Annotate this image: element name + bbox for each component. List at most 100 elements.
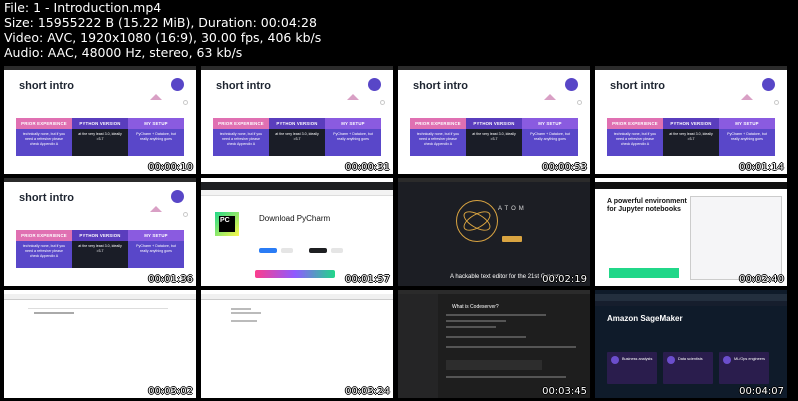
column-body: at the very least 3.0, ideally >3.7: [269, 129, 325, 156]
accent-block: [609, 268, 679, 278]
column-prior-experience: PRIOR EXPERIENCE technically none, but if…: [607, 118, 663, 156]
column-body: PyCharm + Datalore, but really anything …: [719, 129, 775, 156]
aws-subnav: [595, 301, 787, 306]
timestamp: 00:03:24: [345, 386, 390, 397]
column-body: at the very least 3.0, ideally >3.7: [663, 129, 719, 156]
column-my-setup: MY SETUP PyCharm + Datalore, but really a…: [719, 118, 775, 156]
text-line: [446, 336, 526, 338]
column-heading: PRIOR EXPERIENCE: [213, 118, 269, 129]
triangle-decoration: [150, 206, 162, 212]
file-size-line: Size: 15955222 B (15.22 MiB), Duration: …: [4, 15, 317, 30]
column-python-version: PYTHON VERSION at the very least 3.0, ide…: [663, 118, 719, 156]
column-heading: MY SETUP: [522, 118, 578, 129]
timestamp: 00:03:45: [542, 386, 587, 397]
card-icon: [723, 356, 731, 364]
thumbnail-12[interactable]: Amazon SageMaker Business analysts Data …: [595, 290, 787, 398]
column-python-version: PYTHON VERSION at the very least 3.0, ide…: [269, 118, 325, 156]
thumbnail-4[interactable]: short intro PRIOR EXPERIENCE technically …: [595, 66, 787, 174]
slide-columns: PRIOR EXPERIENCE technically none, but if…: [213, 118, 381, 156]
pycharm-logo: PC: [215, 212, 239, 236]
column-prior-experience: PRIOR EXPERIENCE technically none, but if…: [410, 118, 466, 156]
text-line: [446, 320, 506, 322]
column-body: PyCharm + Datalore, but really anything …: [128, 129, 184, 156]
column-prior-experience: PRIOR EXPERIENCE technically none, but if…: [16, 118, 72, 156]
download-button: [502, 236, 522, 242]
column-my-setup: MY SETUP PyCharm + Datalore, but really a…: [128, 230, 184, 268]
column-heading: PRIOR EXPERIENCE: [410, 118, 466, 129]
video-info-line: Video: AVC, 1920x1080 (16:9), 30.00 fps,…: [4, 30, 322, 45]
page-heading: What is Codeserver?: [452, 304, 499, 310]
thumbnail-1[interactable]: short intro PRIOR EXPERIENCE technically …: [4, 66, 196, 174]
triangle-decoration: [150, 94, 162, 100]
column-python-version: PYTHON VERSION at the very least 3.0, ide…: [72, 118, 128, 156]
thumbnail-3[interactable]: short intro PRIOR EXPERIENCE technically …: [398, 66, 590, 174]
thumbnail-5[interactable]: short intro PRIOR EXPERIENCE technically …: [4, 178, 196, 286]
thumbnail-7[interactable]: ATOM A hackable text editor for the 21st…: [398, 178, 590, 286]
format-dropdown: [331, 248, 343, 253]
timestamp: 00:00:53: [542, 162, 587, 173]
file-name-line: File: 1 - Introduction.mp4: [4, 0, 162, 15]
window-titlebar: [4, 66, 196, 70]
slide-title: short intro: [19, 192, 74, 204]
audio-info-line: Audio: AAC, 48000 Hz, stereo, 63 kb/s: [4, 45, 243, 60]
editor-line: [28, 308, 168, 309]
timestamp: 00:00:31: [345, 162, 390, 173]
card-mlops-engineers: ML/Ops engineers: [719, 352, 769, 384]
browser-bar: [595, 182, 787, 189]
aws-page: Amazon SageMaker Business analysts Data …: [595, 290, 787, 398]
thumbnail-8[interactable]: A powerful environment for Jupyter noteb…: [595, 178, 787, 286]
promo-banner: [255, 270, 335, 278]
slide-frame: short intro PRIOR EXPERIENCE technically …: [4, 178, 196, 286]
page-heading: A powerful environment for Jupyter noteb…: [607, 198, 687, 213]
column-heading: PRIOR EXPERIENCE: [16, 118, 72, 129]
triangle-decoration: [544, 94, 556, 100]
circle-decoration: [762, 78, 775, 91]
slide-frame: short intro PRIOR EXPERIENCE technically …: [4, 66, 196, 174]
slide-title: short intro: [610, 80, 665, 92]
column-python-version: PYTHON VERSION at the very least 3.0, ide…: [72, 230, 128, 268]
column-body: technically none, but if you need a refr…: [213, 129, 269, 156]
editor-text-line: [231, 308, 251, 310]
circle-decoration: [171, 190, 184, 203]
thumbnail-2[interactable]: short intro PRIOR EXPERIENCE technically …: [201, 66, 393, 174]
slide-title: short intro: [413, 80, 468, 92]
thumbnail-6[interactable]: PC Download PyCharm 00:01:57: [201, 178, 393, 286]
thumbnail-9[interactable]: 00:03:02: [4, 290, 196, 398]
column-heading: PRIOR EXPERIENCE: [607, 118, 663, 129]
card-title: Business analysts: [622, 357, 653, 361]
window-titlebar: [398, 178, 590, 182]
dot-decoration: [577, 100, 582, 105]
column-body: technically none, but if you need a refr…: [16, 129, 72, 156]
column-my-setup: MY SETUP PyCharm + Datalore, but really a…: [128, 118, 184, 156]
timestamp: 00:01:57: [345, 274, 390, 285]
card-business-analysts: Business analysts: [607, 352, 657, 384]
timestamp: 00:04:07: [739, 386, 784, 397]
codeserver-page: What is Codeserver?: [398, 290, 590, 398]
dot-decoration: [183, 100, 188, 105]
column-heading: PYTHON VERSION: [72, 230, 128, 241]
dot-decoration: [774, 100, 779, 105]
column-body: technically none, but if you need a refr…: [607, 129, 663, 156]
column-heading: MY SETUP: [128, 118, 184, 129]
download-button: [259, 248, 277, 253]
browser-bar: [201, 182, 393, 190]
sidebar: [398, 294, 438, 398]
slide-columns: PRIOR EXPERIENCE technically none, but if…: [16, 230, 184, 268]
column-body: PyCharm + Datalore, but really anything …: [325, 129, 381, 156]
column-body: PyCharm + Datalore, but really anything …: [128, 241, 184, 268]
column-body: at the very least 3.0, ideally >3.7: [72, 241, 128, 268]
column-python-version: PYTHON VERSION at the very least 3.0, ide…: [466, 118, 522, 156]
editor-toolbar: [4, 294, 196, 300]
timestamp: 00:03:02: [148, 386, 193, 397]
text-line: [446, 376, 566, 378]
column-body: technically none, but if you need a refr…: [410, 129, 466, 156]
column-heading: PRIOR EXPERIENCE: [16, 230, 72, 241]
slide-frame: short intro PRIOR EXPERIENCE technically …: [398, 66, 590, 174]
thumbnail-11[interactable]: What is Codeserver? 00:03:45: [398, 290, 590, 398]
atom-wordmark: ATOM: [498, 206, 527, 212]
notebook-preview: [690, 196, 782, 280]
column-body: at the very least 3.0, ideally >3.7: [72, 129, 128, 156]
thumbnail-10[interactable]: 00:03:24: [201, 290, 393, 398]
column-heading: PYTHON VERSION: [466, 118, 522, 129]
download-button: [309, 248, 327, 253]
